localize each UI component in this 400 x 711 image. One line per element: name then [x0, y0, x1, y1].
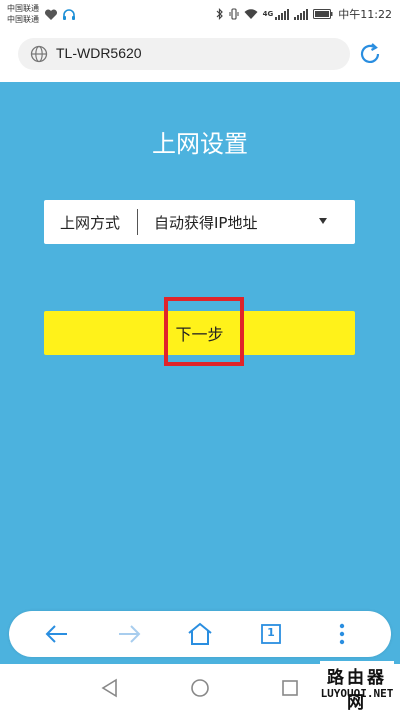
- wifi-icon: [244, 8, 258, 19]
- browser-toolbar: 1: [9, 611, 391, 657]
- home-icon: [188, 622, 212, 645]
- more-vertical-icon: [339, 623, 345, 645]
- tabs-button[interactable]: 1: [256, 619, 286, 649]
- headset-icon: [63, 9, 75, 20]
- router-setup-page: 上网设置 上网方式 自动获得IP地址 下一步: [0, 82, 400, 664]
- highlight-annotation: [164, 297, 244, 366]
- carrier-line-2: 中国联通: [7, 15, 39, 24]
- arrow-left-icon: [45, 625, 67, 643]
- browser-address-bar: TL-WDR5620: [0, 30, 400, 82]
- nav-recents-icon[interactable]: [279, 677, 301, 699]
- vibrate-icon: [229, 8, 239, 20]
- status-bar: 中国联通 中国联通 4G 中午11:22: [0, 0, 400, 30]
- signal-icon: [275, 8, 290, 20]
- battery-icon: [313, 9, 333, 19]
- forward-button[interactable]: [114, 619, 144, 649]
- globe-icon: [30, 45, 48, 63]
- watermark-url: LUYOUQI.NET: [320, 687, 394, 700]
- select-divider: [137, 209, 138, 235]
- url-text: TL-WDR5620: [56, 45, 142, 61]
- bluetooth-icon: [216, 8, 223, 20]
- arrow-right-icon: [119, 625, 141, 643]
- nav-home-icon[interactable]: [189, 677, 211, 699]
- carrier-info: 中国联通 中国联通: [7, 3, 39, 25]
- home-button[interactable]: [185, 619, 215, 649]
- tab-count: 1: [267, 626, 275, 639]
- carrier-line-1: 中国联通: [7, 4, 39, 13]
- page-title: 上网设置: [152, 130, 248, 158]
- system-status: 4G 中午11:22: [216, 6, 392, 22]
- caret-down-icon: [319, 218, 327, 224]
- connection-type-label: 上网方式: [60, 214, 121, 232]
- network-type-label: 4G: [262, 10, 274, 18]
- reload-icon[interactable]: [358, 42, 382, 66]
- connection-type-select[interactable]: 上网方式 自动获得IP地址: [44, 200, 355, 244]
- heart-icon: [44, 9, 58, 20]
- clock: 中午11:22: [338, 8, 392, 21]
- menu-button[interactable]: [327, 619, 357, 649]
- url-field[interactable]: TL-WDR5620: [18, 38, 350, 70]
- connection-type-value: 自动获得IP地址: [154, 214, 258, 232]
- site-watermark: 路由器网 LUYOUQI.NET: [320, 661, 394, 711]
- nav-back-icon[interactable]: [99, 677, 121, 699]
- notification-icons: [44, 8, 76, 22]
- back-button[interactable]: [42, 619, 72, 649]
- signal-icon-2: [294, 8, 309, 20]
